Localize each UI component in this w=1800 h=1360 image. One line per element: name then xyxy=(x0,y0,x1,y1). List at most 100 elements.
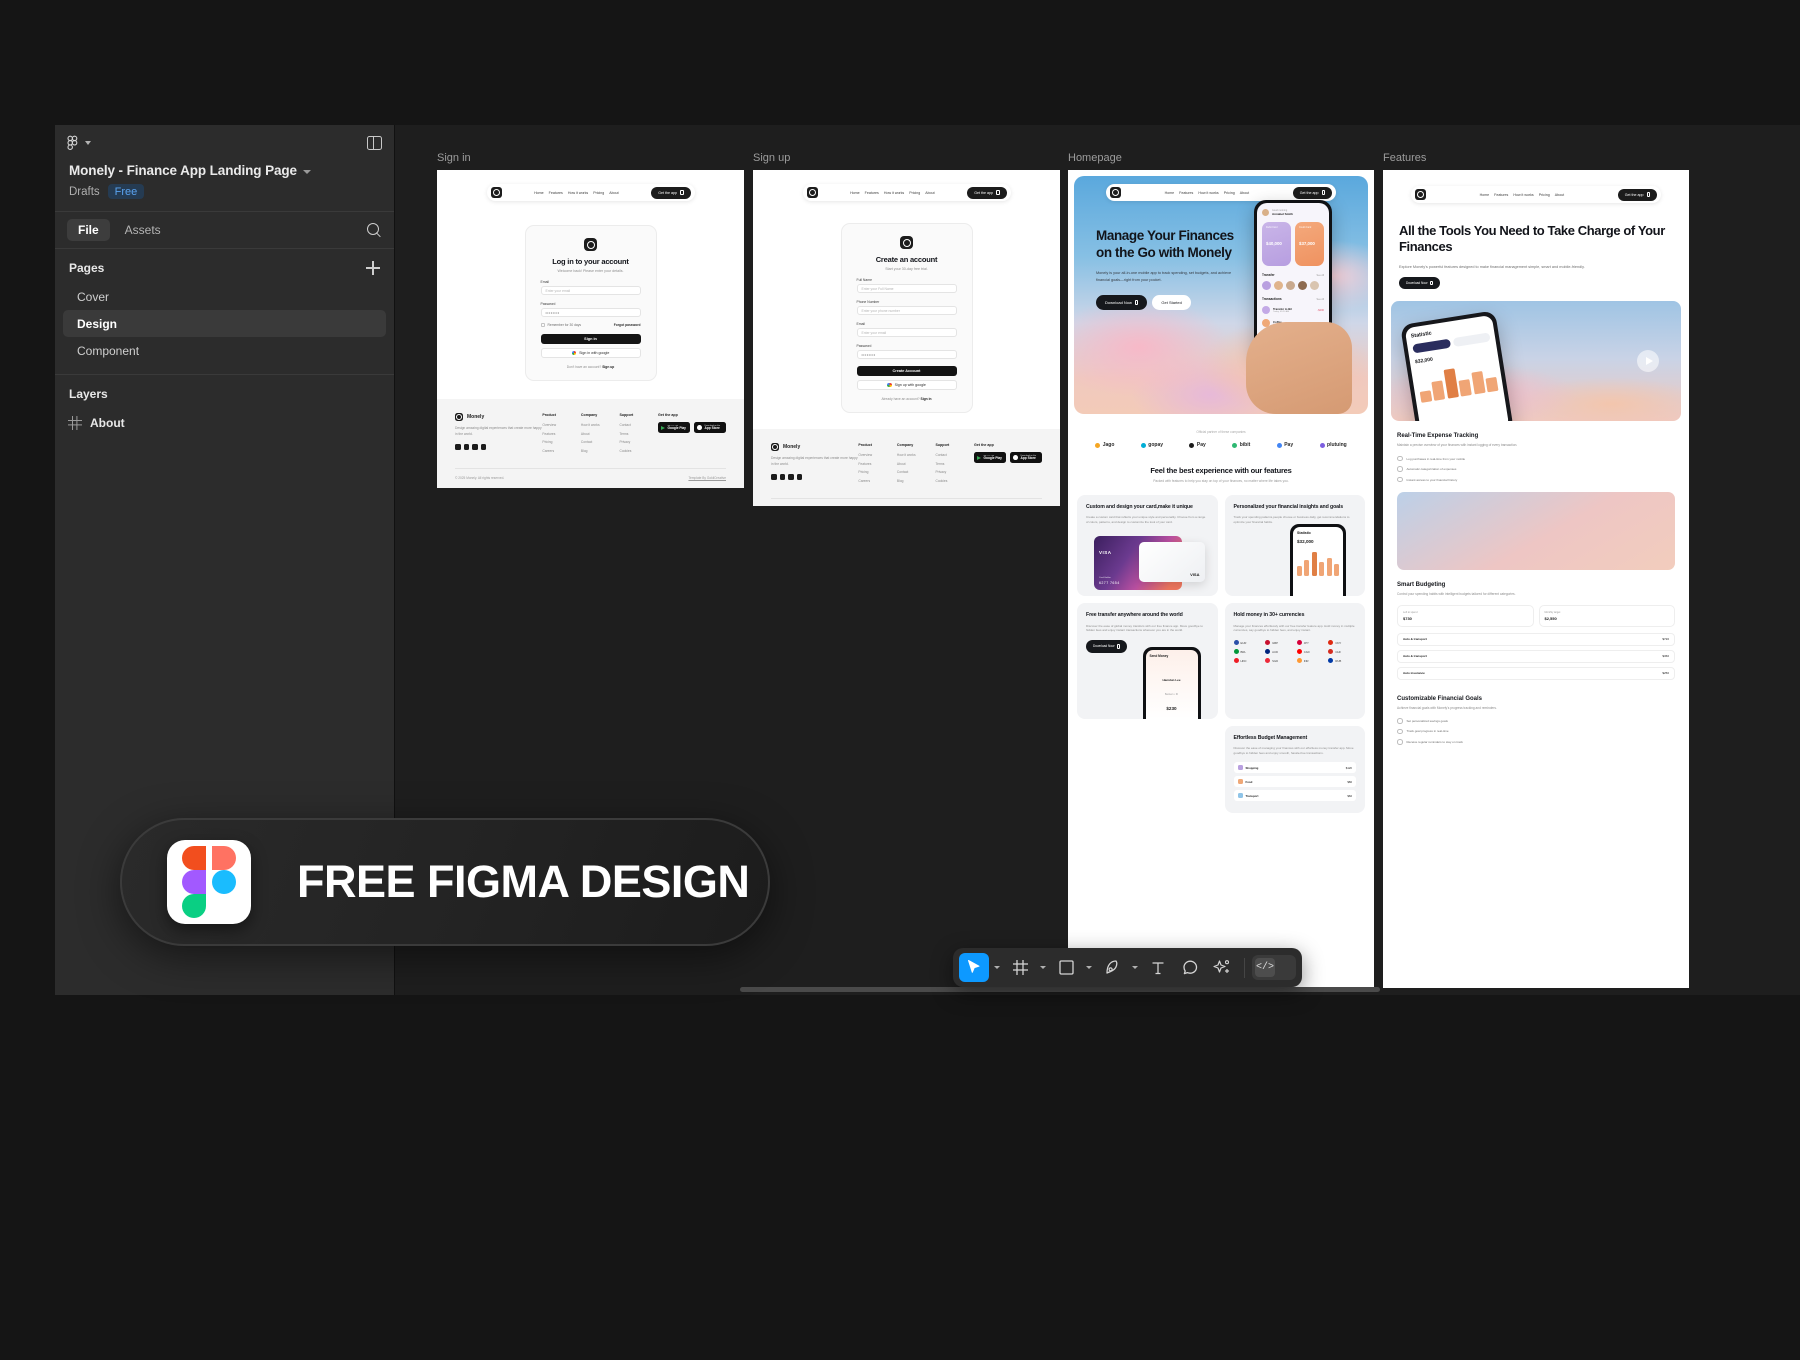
horizontal-scrollbar[interactable] xyxy=(740,987,1380,992)
page-item-component[interactable]: Component xyxy=(63,337,386,364)
nav-link[interactable]: About xyxy=(609,191,618,195)
footer-link[interactable]: Blog xyxy=(897,479,936,483)
footer-link[interactable]: How it works xyxy=(581,423,620,427)
nav-link[interactable]: Features xyxy=(549,191,563,195)
google-sign-up-button[interactable]: Sign up with google xyxy=(856,380,957,390)
footer-link[interactable]: Contact xyxy=(581,440,620,444)
contact-avatar[interactable] xyxy=(1298,281,1307,290)
transactions-see-all[interactable]: See All xyxy=(1317,298,1324,301)
page-item-design[interactable]: Design xyxy=(63,310,386,337)
footer-link[interactable]: About xyxy=(581,432,620,436)
twitter-icon[interactable] xyxy=(472,444,478,450)
email-input[interactable]: Enter your email xyxy=(856,328,957,337)
panel-toggle-icon[interactable] xyxy=(367,136,382,150)
contact-avatar[interactable] xyxy=(1286,281,1295,290)
email-input[interactable]: Enter your email xyxy=(540,286,641,295)
download-now-button[interactable]: Download Now xyxy=(1096,294,1148,310)
nav-link[interactable]: About xyxy=(1555,193,1564,197)
nav-cta-button[interactable]: Get the app xyxy=(967,186,1007,199)
password-input[interactable]: •••••••• xyxy=(540,308,641,317)
figma-main-menu-button[interactable] xyxy=(65,135,91,151)
signin-link[interactable]: Sign in xyxy=(921,397,932,401)
create-account-button[interactable]: Create Account xyxy=(856,366,957,376)
footer-link[interactable]: Privacy xyxy=(935,470,974,474)
footer-link[interactable]: Cookies xyxy=(619,449,658,453)
nav-link[interactable]: Features xyxy=(1179,191,1193,195)
get-started-button[interactable]: Get Started xyxy=(1152,294,1191,310)
remember-me-checkbox[interactable]: Remember for 30 days xyxy=(540,323,581,327)
pen-tool-chevron-down-icon[interactable] xyxy=(1129,953,1141,982)
tab-assets[interactable]: Assets xyxy=(114,219,172,241)
footer-link[interactable]: Terms xyxy=(619,432,658,436)
frame-body-features[interactable]: Home Features How it works Pricing About… xyxy=(1383,170,1689,988)
frame-label[interactable]: Homepage xyxy=(1068,152,1374,164)
footer-link[interactable]: Blog xyxy=(581,449,620,453)
tab-debit[interactable] xyxy=(1412,339,1451,354)
layer-item-about[interactable]: About xyxy=(55,409,394,436)
sign-in-button[interactable]: Sign in xyxy=(540,334,641,344)
contact-avatar[interactable] xyxy=(1262,281,1271,290)
nav-link[interactable]: Features xyxy=(1494,193,1508,197)
template-credit-link[interactable]: Template By GokilCreative xyxy=(688,476,726,480)
nav-cta-button[interactable]: Get the app xyxy=(651,186,691,199)
nav-cta-button[interactable]: Get the app xyxy=(1292,186,1332,199)
search-icon[interactable] xyxy=(367,222,382,238)
frame-tool[interactable] xyxy=(1005,953,1035,982)
play-icon[interactable] xyxy=(1637,350,1659,373)
google-sign-in-button[interactable]: Sign in with google xyxy=(540,348,641,358)
google-play-badge[interactable]: GET IT ON Google Play xyxy=(658,422,691,433)
nav-link[interactable]: Home xyxy=(534,191,544,195)
dribbble-icon[interactable] xyxy=(796,474,802,480)
fullname-input[interactable]: Enter your Full Name xyxy=(856,284,957,293)
tab-credit[interactable] xyxy=(1452,332,1491,348)
nav-link[interactable]: Pricing xyxy=(593,191,604,195)
footer-link[interactable]: Contact xyxy=(935,453,974,457)
facebook-icon[interactable] xyxy=(455,444,461,450)
password-input[interactable]: •••••••• xyxy=(856,350,957,359)
nav-link[interactable]: How it works xyxy=(1513,193,1533,197)
transfer-see-all[interactable]: See All xyxy=(1317,274,1324,277)
frame-label[interactable]: Features xyxy=(1383,152,1689,164)
move-tool[interactable] xyxy=(959,953,989,982)
download-now-button[interactable]: Download Now xyxy=(1086,640,1127,653)
footer-link[interactable]: Careers xyxy=(858,479,897,483)
nav-link[interactable]: Home xyxy=(1480,193,1490,197)
app-store-badge[interactable]: Download on the App Store xyxy=(694,422,727,433)
phone-input[interactable]: Enter your phone number xyxy=(856,306,957,315)
contact-avatar[interactable] xyxy=(1274,281,1283,290)
nav-link[interactable]: Features xyxy=(865,191,879,195)
nav-link[interactable]: About xyxy=(1240,191,1249,195)
text-tool[interactable] xyxy=(1143,953,1173,982)
pen-tool[interactable] xyxy=(1097,953,1127,982)
footer-link[interactable]: Features xyxy=(858,462,897,466)
footer-link[interactable]: Contact xyxy=(619,423,658,427)
nav-link[interactable]: How it works xyxy=(884,191,904,195)
dribbble-icon[interactable] xyxy=(480,444,486,450)
comment-tool[interactable] xyxy=(1175,953,1205,982)
contact-avatar[interactable] xyxy=(1310,281,1319,290)
frame-body-sign-in[interactable]: Home Features How it works Pricing About… xyxy=(437,170,744,488)
frame-tool-chevron-down-icon[interactable] xyxy=(1037,953,1049,982)
download-now-button[interactable]: Download Now xyxy=(1399,277,1440,290)
app-store-badge[interactable]: Download on the App Store xyxy=(1010,452,1043,463)
nav-link[interactable]: About xyxy=(925,191,934,195)
frame-label[interactable]: Sign up xyxy=(753,152,1060,164)
footer-link[interactable]: Careers xyxy=(542,449,581,453)
footer-link[interactable]: Pricing xyxy=(858,470,897,474)
add-page-icon[interactable] xyxy=(366,261,380,275)
footer-link[interactable]: Pricing xyxy=(542,440,581,444)
shape-tool-chevron-down-icon[interactable] xyxy=(1083,953,1095,982)
twitter-icon[interactable] xyxy=(788,474,794,480)
nav-link[interactable]: Pricing xyxy=(1224,191,1235,195)
page-item-cover[interactable]: Cover xyxy=(63,283,386,310)
dev-mode-toggle[interactable]: </> xyxy=(1252,955,1296,980)
nav-cta-button[interactable]: Get the app xyxy=(1617,188,1657,201)
actions-tool[interactable] xyxy=(1207,953,1237,982)
nav-link[interactable]: Home xyxy=(850,191,860,195)
frame-body-sign-up[interactable]: Home Features How it works Pricing About… xyxy=(753,170,1060,506)
forgot-password-link[interactable]: Forgot password xyxy=(614,323,641,327)
footer-link[interactable]: Features xyxy=(542,432,581,436)
footer-link[interactable]: Overview xyxy=(542,423,581,427)
nav-link[interactable]: Pricing xyxy=(909,191,920,195)
footer-link[interactable]: Privacy xyxy=(619,440,658,444)
